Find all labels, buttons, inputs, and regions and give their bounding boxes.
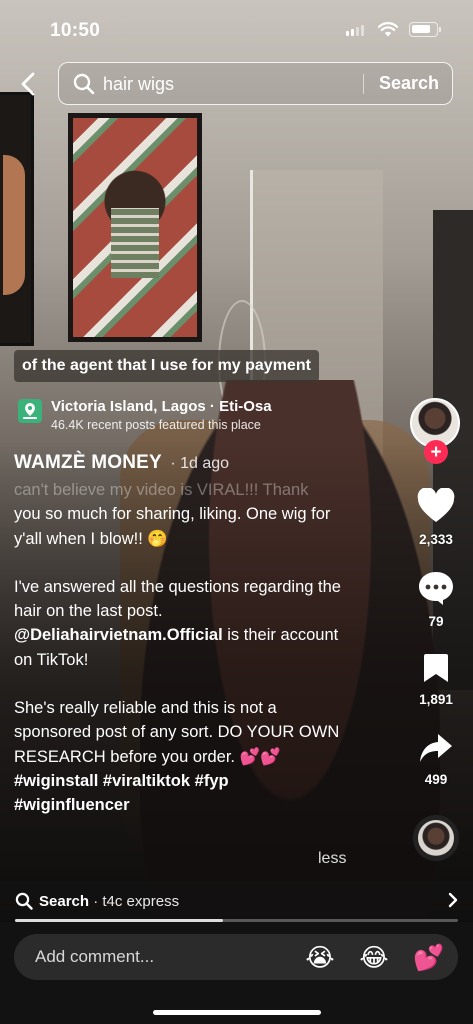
search-icon [15,892,33,910]
wall-painting [68,113,202,342]
share-icon [420,734,452,762]
home-indicator [153,1010,321,1015]
less-button[interactable]: less [318,850,346,868]
share-count: 499 [424,772,448,787]
mention-link[interactable]: @Deliahairvietnam.Official [14,626,223,644]
bookmark-icon [424,654,448,682]
follow-button[interactable]: + [424,440,448,464]
search-bar[interactable]: Search [58,62,453,105]
hashtag-links[interactable]: #wiginstall #viraltiktok #fyp #wiginflue… [14,769,344,818]
description-paragraph: She's really reliable and this is not a … [14,699,340,766]
comment-icon [419,572,453,605]
comment-input[interactable] [35,945,275,969]
search-divider [363,74,364,94]
search-icon [73,73,95,95]
status-time: 10:50 [50,20,101,41]
heart-icon [417,487,455,522]
sound-disc[interactable] [413,815,459,861]
emoji-crying-button[interactable]: 😭 [305,943,335,973]
search-button[interactable]: Search [379,73,439,94]
chevron-right-icon [448,892,458,908]
location-post-count: 46.4K recent posts featured this place [51,418,261,432]
status-bar: 10:50 [0,0,473,60]
related-search-label: Search [39,893,90,910]
save-count: 1,891 [419,692,453,707]
emoji-laughing-button[interactable]: 😂 [359,943,389,973]
comment-count: 79 [428,614,444,629]
like-button[interactable]: 2,333 [406,487,466,547]
battery-icon [409,22,441,37]
back-button[interactable] [12,66,44,102]
description-paragraph: you so much for sharing, liking. One wig… [14,505,331,548]
cellular-signal-icon [346,25,364,36]
video-description: can't believe my video is VIRAL!!! Thank… [14,478,344,818]
wall-frame-left [0,92,34,346]
description-faded-line: can't believe my video is VIRAL!!! Thank [14,481,309,499]
author-name[interactable]: WAMZÈ MONEY [14,452,162,473]
description-paragraph: I've answered all the questions regardin… [14,575,344,672]
post-date: · 1d ago [170,455,230,472]
location-pin-icon [18,399,42,423]
wifi-icon [378,22,398,37]
author-row: WAMZÈ MONEY · 1d ago [14,452,229,480]
comment-box[interactable]: 😭 😂 💕 [14,934,458,980]
bottom-bar: 😭 😂 💕 [0,922,473,1024]
related-search-text: Search · t4c express [39,893,179,910]
back-arrow-icon [21,72,35,96]
search-input[interactable] [103,71,363,97]
location-tag[interactable]: Victoria Island, Lagos · Eti-Osa 46.4K r… [14,393,394,435]
like-count: 2,333 [419,532,453,547]
share-button[interactable]: 499 [406,732,466,787]
bookmark-button[interactable]: 1,891 [406,652,466,707]
related-search-bar[interactable]: Search · t4c express [0,881,473,921]
related-search-query: · t4c express [89,893,180,910]
comment-button[interactable]: 79 [406,570,466,629]
emoji-hearts-button[interactable]: 💕 [413,943,444,973]
video-subtitle: of the agent that I use for my payment [14,350,319,382]
location-name: Victoria Island, Lagos · Eti-Osa [51,398,272,415]
description-text: I've answered all the questions regardin… [14,577,341,621]
